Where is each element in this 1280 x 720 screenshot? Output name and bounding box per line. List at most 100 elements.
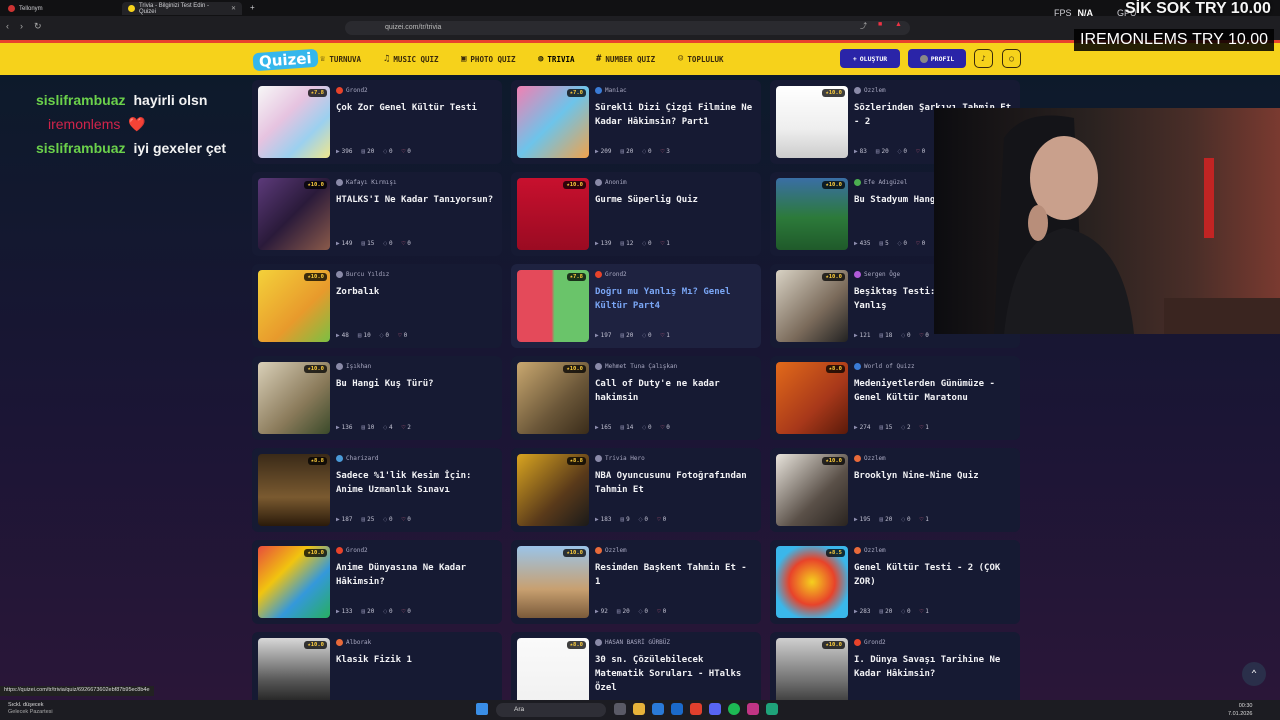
- nav-photo-quiz[interactable]: ▣ PHOTO QUIZ: [461, 54, 516, 64]
- quiz-title[interactable]: Çok Zor Genel Kültür Testi: [336, 101, 496, 115]
- steam-icon[interactable]: [671, 703, 683, 715]
- quiz-thumbnail[interactable]: ★8.0: [517, 638, 589, 700]
- quiz-title[interactable]: Gurme Süperlig Quiz: [595, 193, 755, 207]
- quiz-title[interactable]: Zorbalık: [336, 285, 496, 299]
- browser-tab[interactable]: Tellonym: [2, 2, 120, 15]
- quiz-author[interactable]: Grond2: [595, 271, 627, 278]
- quiz-thumbnail[interactable]: ★8.8: [258, 454, 330, 526]
- quiz-title[interactable]: Klasik Fizik 1: [336, 653, 496, 667]
- quiz-thumbnail[interactable]: ★10.0: [776, 638, 848, 700]
- search-button[interactable]: ○: [1002, 49, 1021, 68]
- quiz-title[interactable]: Sadece %1'lik Kesim İçin: Anime Uzmanlık…: [336, 469, 496, 497]
- taskbar-search[interactable]: Ara: [496, 703, 606, 717]
- quiz-card[interactable]: ★10.0 Işıkhan Bu Hangi Kuş Türü? ▶ 136 ▤ 10 ◌ 4 ♡…: [252, 356, 502, 440]
- alert-icon[interactable]: ▲: [895, 21, 902, 28]
- quiz-card[interactable]: ★10.0 Alborak Klasik Fizik 1: [252, 632, 502, 700]
- nav-topluluk[interactable]: ☺ TOPLULUK: [678, 54, 724, 64]
- file-explorer-icon[interactable]: [633, 703, 645, 715]
- quiz-author[interactable]: Grond2: [336, 547, 368, 554]
- quiz-thumbnail[interactable]: ★10.0: [258, 270, 330, 342]
- new-tab-icon[interactable]: +: [250, 3, 255, 12]
- browser-tab-active[interactable]: Trivia - Bilginizi Test Edin - Quizei ✕: [122, 2, 242, 15]
- quiz-card[interactable]: ★10.0 Kafayı Kırmışı HTALKS'I Ne Kadar Tan…: [252, 172, 502, 256]
- quiz-author[interactable]: Grond2: [336, 87, 368, 94]
- nav-music-quiz[interactable]: ♫ MUSIC QUIZ: [384, 54, 439, 64]
- quiz-thumbnail[interactable]: ★8.5: [776, 546, 848, 618]
- create-button[interactable]: + OLUŞTUR: [840, 49, 900, 68]
- quiz-title[interactable]: Anime Dünyasına Ne Kadar Hâkimsin?: [336, 561, 496, 589]
- quiz-title[interactable]: Doğru mu Yanlış Mı? Genel Kültür Part4: [595, 285, 755, 313]
- quiz-author[interactable]: Ozzlem: [854, 455, 886, 462]
- discord-icon[interactable]: [709, 703, 721, 715]
- quiz-title[interactable]: Medeniyetlerden Günümüze - Genel Kültür …: [854, 377, 1014, 405]
- url-field[interactable]: quizei.com/tr/trivia: [345, 21, 910, 35]
- quiz-author[interactable]: Burcu Yıldız: [336, 271, 389, 278]
- quiz-thumbnail[interactable]: ★10.0: [776, 86, 848, 158]
- quiz-card[interactable]: ★7.8 Grond2 Doğru mu Yanlış Mı? Genel Kült…: [511, 264, 761, 348]
- back-icon[interactable]: ‹: [6, 21, 9, 31]
- quiz-thumbnail[interactable]: ★7.0: [517, 86, 589, 158]
- quiz-card[interactable]: ★10.0 Anonim Gurme Süperlig Quiz ▶ 139 ▤ 12 ◌ 0 ♡…: [511, 172, 761, 256]
- quiz-author[interactable]: Alborak: [336, 639, 371, 646]
- quiz-thumbnail[interactable]: ★7.8: [258, 86, 330, 158]
- quiz-card[interactable]: ★10.0 Ozzlem Resimden Başkent Tahmin Et - …: [511, 540, 761, 624]
- quiz-thumbnail[interactable]: ★8.0: [776, 362, 848, 434]
- brave-icon[interactable]: [690, 703, 702, 715]
- quiz-author[interactable]: Grond2: [854, 639, 886, 646]
- nav-number-quiz[interactable]: # NUMBER QUIZ: [596, 54, 655, 64]
- quiz-thumbnail[interactable]: ★10.0: [776, 178, 848, 250]
- system-clock[interactable]: 00:30 7.01.2026: [1228, 702, 1252, 718]
- close-tab-icon[interactable]: ✕: [231, 5, 236, 12]
- quiz-card[interactable]: ★10.0 Grond2 Anime Dünyasına Ne Kadar Hâki…: [252, 540, 502, 624]
- quiz-card[interactable]: ★10.0 Burcu Yıldız Zorbalık ▶ 48 ▤ 10 ◌ 0 ♡ 0: [252, 264, 502, 348]
- quiz-title[interactable]: Genel Kültür Testi - 2 (ÇOK ZOR): [854, 561, 1014, 589]
- quiz-title[interactable]: HTALKS'I Ne Kadar Tanıyorsun?: [336, 193, 496, 207]
- quiz-title[interactable]: Resimden Başkent Tahmin Et - 1: [595, 561, 755, 589]
- quiz-card[interactable]: ★8.8 Trivia Hero NBA Oyuncusunu Fotoğrafın…: [511, 448, 761, 532]
- quiz-author[interactable]: Ozzlem: [595, 547, 627, 554]
- quiz-author[interactable]: Ozzlem: [854, 87, 886, 94]
- quiz-thumbnail[interactable]: ★10.0: [258, 546, 330, 618]
- quiz-author[interactable]: Maniac: [595, 87, 627, 94]
- instagram-icon[interactable]: [747, 703, 759, 715]
- quiz-thumbnail[interactable]: ★10.0: [776, 454, 848, 526]
- quiz-card[interactable]: ★8.0 World of Quizz Medeniyetlerden Günümü…: [770, 356, 1020, 440]
- quiz-author[interactable]: Kafayı Kırmışı: [336, 179, 397, 186]
- quiz-card[interactable]: ★10.0 Grond2 I. Dünya Savaşı Tarihine Ne K…: [770, 632, 1020, 700]
- quiz-author[interactable]: Charizard: [336, 455, 379, 462]
- quiz-title[interactable]: I. Dünya Savaşı Tarihine Ne Kadar Hâkims…: [854, 653, 1014, 681]
- quiz-title[interactable]: NBA Oyuncusunu Fotoğrafından Tahmin Et: [595, 469, 755, 497]
- quiz-card[interactable]: ★10.0 Ozzlem Brooklyn Nine-Nine Quiz ▶ 195 ▤ 2…: [770, 448, 1020, 532]
- weather-widget[interactable]: Sıckl. düşecek Gelecek Pazartesi: [8, 702, 53, 716]
- extension-icon[interactable]: ■: [878, 21, 882, 28]
- scroll-to-top-button[interactable]: ⌃: [1242, 662, 1266, 686]
- reload-icon[interactable]: ↻: [34, 21, 42, 32]
- store-icon[interactable]: [652, 703, 664, 715]
- quiz-card[interactable]: ★8.8 Charizard Sadece %1'lik Kesim İçin: A…: [252, 448, 502, 532]
- quiz-title[interactable]: Brooklyn Nine-Nine Quiz: [854, 469, 1014, 483]
- profile-button[interactable]: PROFIL: [908, 49, 966, 68]
- quiz-title[interactable]: 30 sn. Çözülebilecek Matematik Soruları …: [595, 653, 755, 695]
- quiz-thumbnail[interactable]: ★10.0: [517, 546, 589, 618]
- quiz-thumbnail[interactable]: ★8.8: [517, 454, 589, 526]
- notification-button[interactable]: ♪: [974, 49, 993, 68]
- quiz-card[interactable]: ★7.0 Maniac Sürekli Dizi Çizgi Filmine Ne …: [511, 80, 761, 164]
- forward-icon[interactable]: ›: [20, 21, 23, 31]
- quiz-author[interactable]: Mehmet Tuna Çalışkan: [595, 363, 677, 370]
- quiz-card[interactable]: ★7.8 Grond2 Çok Zor Genel Kültür Testi ▶ 396…: [252, 80, 502, 164]
- quiz-author[interactable]: Anonim: [595, 179, 627, 186]
- nav-trivia[interactable]: ◍ TRIVIA: [538, 54, 575, 64]
- quiz-thumbnail[interactable]: ★10.0: [258, 178, 330, 250]
- quiz-author[interactable]: Sergen Öge: [854, 271, 900, 278]
- app-icon[interactable]: [766, 703, 778, 715]
- quiz-author[interactable]: Efe Adıgüzel: [854, 179, 907, 186]
- quiz-card[interactable]: ★8.5 Ozzlem Genel Kültür Testi - 2 (ÇOK ZO…: [770, 540, 1020, 624]
- quiz-author[interactable]: Trivia Hero: [595, 455, 645, 462]
- quiz-title[interactable]: Bu Hangi Kuş Türü?: [336, 377, 496, 391]
- quiz-thumbnail[interactable]: ★10.0: [517, 178, 589, 250]
- quiz-title[interactable]: Call of Duty'e ne kadar hakimsin: [595, 377, 755, 405]
- quiz-author[interactable]: Işıkhan: [336, 363, 371, 370]
- quiz-title[interactable]: Sürekli Dizi Çizgi Filmine Ne Kadar Hâki…: [595, 101, 755, 129]
- quiz-thumbnail[interactable]: ★10.0: [517, 362, 589, 434]
- windows-start-icon[interactable]: [476, 703, 488, 715]
